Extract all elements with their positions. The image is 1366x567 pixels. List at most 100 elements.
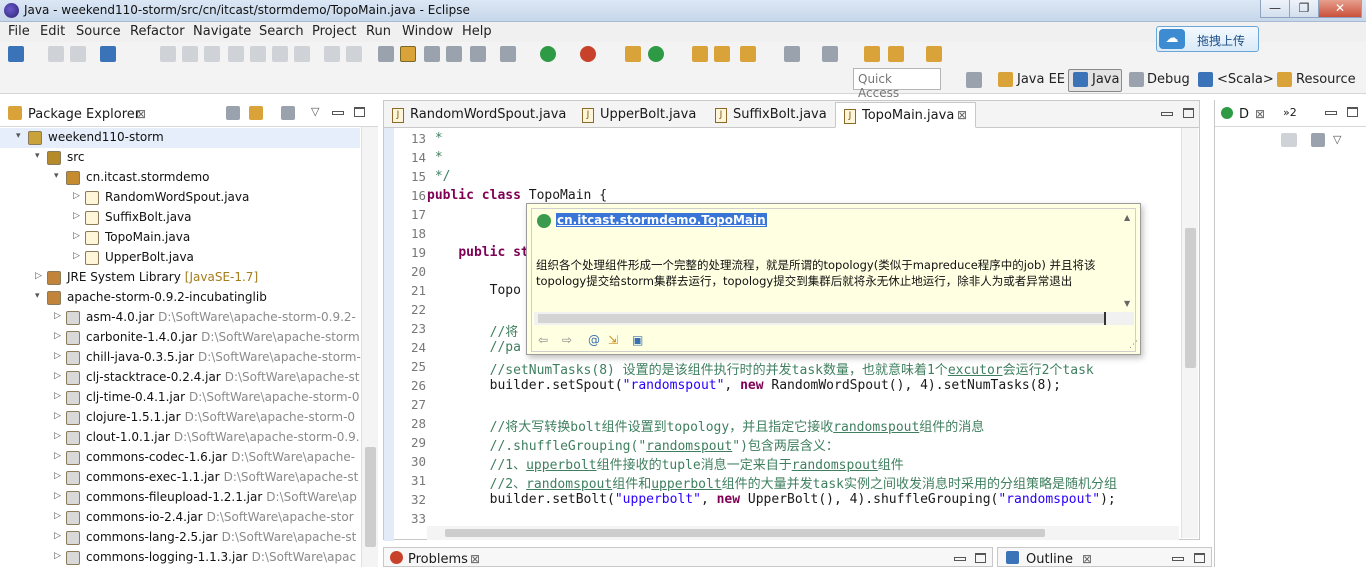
tree-item[interactable]: ▾ src bbox=[0, 148, 360, 168]
open-declaration-icon[interactable]: ⇲ bbox=[608, 333, 618, 347]
outline-tab[interactable]: Outline bbox=[1026, 552, 1073, 567]
code-line[interactable]: * bbox=[427, 150, 443, 169]
run-external-tools-icon[interactable] bbox=[580, 46, 596, 62]
problems-tab[interactable]: Problems bbox=[408, 552, 468, 567]
tree-item[interactable]: ▾ weekend110-storm bbox=[0, 128, 360, 148]
collapsed-arrow-icon[interactable]: ▷ bbox=[54, 411, 61, 421]
javadoc-vertical-scrollbar[interactable]: ▲ ▼ bbox=[1124, 213, 1135, 313]
highlight-occurrences-icon[interactable] bbox=[400, 46, 416, 62]
tree-item[interactable]: ▷ JRE System Library [JavaSE-1.7] bbox=[0, 268, 360, 288]
forward-icon[interactable]: ⇨ bbox=[562, 333, 572, 347]
tree-item-jar[interactable]: ▷ chill-java-0.3.5.jar D:\SoftWare\apache-… bbox=[0, 348, 361, 368]
open-javadoc-view-icon[interactable]: ▣ bbox=[632, 333, 643, 347]
new-icon[interactable] bbox=[8, 46, 24, 62]
maximize-button[interactable]: ❐ bbox=[1289, 0, 1319, 18]
drop-frame-icon[interactable] bbox=[324, 46, 340, 62]
open-perspective-icon[interactable] bbox=[966, 72, 982, 88]
save-icon[interactable] bbox=[48, 46, 64, 62]
code-line[interactable]: builder.setBolt("upperbolt", new UpperBo… bbox=[427, 492, 1116, 511]
tree-item-jar[interactable]: ▷ carbonite-1.4.0.jar D:\SoftWare\apache-s… bbox=[0, 328, 360, 348]
close-view-icon[interactable]: ⊠ bbox=[470, 552, 480, 566]
menu-navigate[interactable]: Navigate bbox=[193, 24, 251, 39]
javadoc-horizontal-scrollbar[interactable] bbox=[534, 312, 1134, 325]
close-button[interactable]: ✕ bbox=[1318, 0, 1362, 18]
tree-item-jar[interactable]: ▷ clojure-1.5.1.jar D:\SoftWare\apache-sto… bbox=[0, 408, 360, 428]
code-line[interactable]: * bbox=[427, 131, 443, 150]
minimize-view-icon[interactable] bbox=[954, 557, 966, 561]
tree-item-jar[interactable]: ▷ commons-io-2.4.jar D:\SoftWare\apache-st… bbox=[0, 508, 360, 528]
package-explorer-scrollbar[interactable] bbox=[361, 127, 378, 567]
perspective-resource[interactable]: Resource bbox=[1296, 72, 1356, 87]
minimize-view-icon[interactable] bbox=[332, 111, 344, 115]
scrollbar-thumb[interactable] bbox=[538, 314, 1104, 323]
collapsed-arrow-icon[interactable]: ▷ bbox=[73, 251, 80, 261]
collapsed-arrow-icon[interactable]: ▷ bbox=[54, 491, 61, 501]
expanded-arrow-icon[interactable]: ▾ bbox=[16, 131, 21, 141]
menu-window[interactable]: Window bbox=[402, 24, 453, 39]
code-line[interactable]: //将大写转换bolt组件设置到topology，并且指定它接收randomsp… bbox=[427, 416, 985, 435]
collapsed-arrow-icon[interactable]: ▷ bbox=[54, 391, 61, 401]
tree-item-jar[interactable]: ▷ clj-stacktrace-0.2.4.jar D:\SoftWare\apa… bbox=[0, 368, 360, 388]
minimize-view-icon[interactable] bbox=[1325, 111, 1337, 115]
code-line[interactable]: //.shuffleGrouping("randomspout")包含两层含义： bbox=[427, 435, 839, 454]
minimize-view-icon[interactable] bbox=[1172, 557, 1184, 561]
save-all-icon[interactable] bbox=[70, 46, 86, 62]
code-line[interactable]: //1、upperbolt组件接收的tuple消息一定来自于randomspou… bbox=[427, 454, 904, 473]
more-views-label[interactable]: »2 bbox=[1283, 106, 1297, 119]
open-task-icon[interactable] bbox=[714, 46, 730, 62]
expanded-arrow-icon[interactable]: ▾ bbox=[54, 171, 59, 181]
code-line[interactable]: //将 bbox=[427, 321, 519, 340]
close-view-icon[interactable]: ⊠ bbox=[1082, 552, 1092, 566]
scrollbar-thumb[interactable] bbox=[365, 447, 376, 547]
editor-horizontal-scrollbar[interactable] bbox=[427, 526, 1179, 540]
run-icon[interactable] bbox=[540, 46, 556, 62]
collapsed-arrow-icon[interactable]: ▷ bbox=[54, 531, 61, 541]
show-whitespace-icon[interactable] bbox=[446, 46, 462, 62]
toggle-mark-icon[interactable] bbox=[378, 46, 394, 62]
collapsed-arrow-icon[interactable]: ▷ bbox=[54, 511, 61, 521]
perspective-java[interactable]: Java bbox=[1092, 72, 1119, 87]
perspective-javaee[interactable]: Java EE bbox=[1017, 72, 1065, 87]
disconnect-icon[interactable] bbox=[228, 46, 244, 62]
tree-item-jar[interactable]: ▷ commons-lang-2.5.jar D:\SoftWare\apache-… bbox=[0, 528, 360, 548]
code-line[interactable]: //setNumTasks(8) 设置的是该组件执行时的并发task数量，也就意… bbox=[427, 359, 1094, 378]
tab-suffixbolt[interactable]: J SuffixBolt.java bbox=[707, 102, 835, 128]
collapsed-arrow-icon[interactable]: ▷ bbox=[73, 211, 80, 221]
last-edit-location-icon[interactable] bbox=[864, 46, 880, 62]
code-line[interactable]: builder.setSpout("randomspout", new Rand… bbox=[427, 378, 1061, 397]
code-line[interactable]: //pa bbox=[427, 340, 521, 359]
scrollbar-thumb[interactable] bbox=[1185, 228, 1196, 368]
scroll-down-icon[interactable]: ▼ bbox=[1124, 299, 1130, 308]
tab-upperbolt[interactable]: J UpperBolt.java bbox=[574, 102, 702, 128]
maximize-view-icon[interactable] bbox=[354, 107, 365, 117]
menu-file[interactable]: File bbox=[8, 24, 30, 39]
view-menu-icon[interactable]: ▽ bbox=[311, 105, 319, 118]
previous-annotation-icon[interactable] bbox=[822, 46, 838, 62]
code-line[interactable]: */ bbox=[427, 169, 451, 188]
tab-randomwordspout[interactable]: J RandomWordSpout.java bbox=[384, 102, 572, 128]
focus-icon[interactable] bbox=[1311, 133, 1325, 147]
code-line[interactable]: Topo bbox=[427, 283, 521, 302]
focus-task-icon[interactable] bbox=[281, 106, 295, 120]
tree-item[interactable]: ▾ apache-storm-0.9.2-incubatinglib bbox=[0, 288, 360, 308]
menu-refactor[interactable]: Refactor bbox=[130, 24, 185, 39]
tree-item-jar[interactable]: ▷ asm-4.0.jar D:\SoftWare\apache-storm-0.9… bbox=[0, 308, 360, 328]
back-icon[interactable]: ⇦ bbox=[538, 333, 548, 347]
open-type-icon[interactable] bbox=[692, 46, 708, 62]
menu-help[interactable]: Help bbox=[462, 24, 492, 39]
use-step-filters-icon[interactable] bbox=[346, 46, 362, 62]
terminal-icon[interactable] bbox=[100, 46, 116, 62]
javadoc-class-name[interactable]: cn.itcast.stormdemo.TopoMain bbox=[556, 213, 767, 227]
resume-icon[interactable] bbox=[160, 46, 176, 62]
collapsed-arrow-icon[interactable]: ▷ bbox=[54, 551, 61, 561]
collapsed-arrow-icon[interactable]: ▷ bbox=[54, 351, 61, 361]
collapsed-arrow-icon[interactable]: ▷ bbox=[54, 331, 61, 341]
remove-all-icon[interactable] bbox=[1281, 133, 1297, 147]
right-view-tab[interactable]: D bbox=[1239, 107, 1249, 122]
minimize-button[interactable]: — bbox=[1260, 0, 1290, 18]
menu-search[interactable]: Search bbox=[259, 24, 304, 39]
expanded-arrow-icon[interactable]: ▾ bbox=[35, 291, 40, 301]
maximize-editor-icon[interactable] bbox=[1183, 108, 1194, 118]
view-menu-icon[interactable]: ▽ bbox=[1333, 133, 1341, 146]
at-symbol-icon[interactable]: @ bbox=[588, 333, 600, 347]
